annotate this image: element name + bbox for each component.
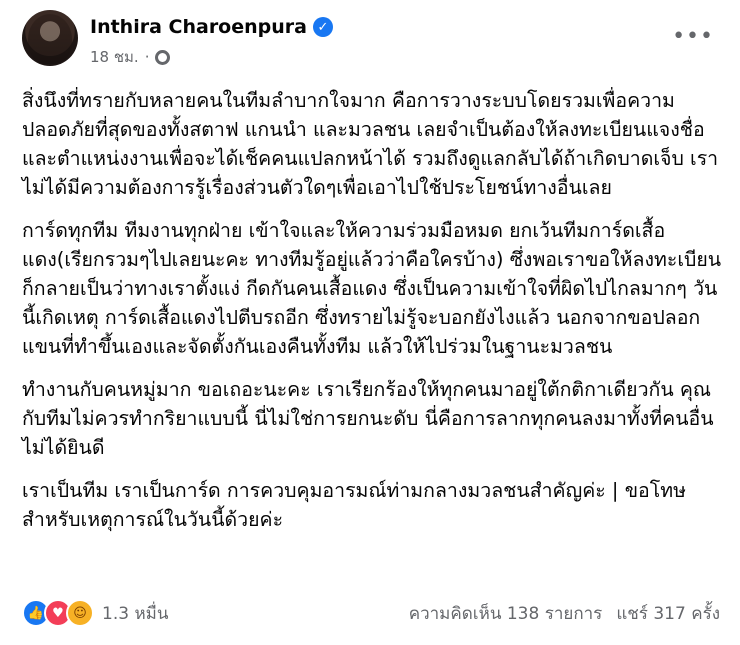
post-footer: 👍 ♥ ☺ 1.3 หมื่น ความคิดเห็น 138 รายการ แ… (22, 596, 720, 630)
post-body: สิ่งนึงที่ทรายกับหลายคนในทีมลำบากใจมาก ค… (22, 86, 722, 548)
reaction-summary[interactable]: 👍 ♥ ☺ (22, 599, 94, 627)
post-meta: 18 ชม. · (90, 45, 171, 69)
globe-icon[interactable] (155, 49, 171, 65)
post-card: Inthira Charoenpura ✓ 18 ชม. · ••• สิ่งน… (0, 0, 740, 645)
meta-separator: · (144, 48, 150, 66)
author-row: Inthira Charoenpura ✓ (90, 16, 333, 38)
more-options-icon[interactable]: ••• (672, 26, 714, 48)
post-paragraph-2: การ์ดทุกทีม ทีมงานทุกฝ่าย เข้าใจและให้คว… (22, 219, 722, 358)
care-icon: ☺ (66, 599, 94, 627)
post-time[interactable]: 18 ชม. (90, 45, 139, 69)
author-name[interactable]: Inthira Charoenpura (90, 16, 307, 38)
post-header: Inthira Charoenpura ✓ 18 ชม. · ••• (22, 10, 720, 70)
comments-count[interactable]: ความคิดเห็น 138 รายการ (409, 600, 603, 627)
shares-count[interactable]: แชร์ 317 ครั้ง (616, 600, 720, 627)
author-avatar[interactable] (22, 10, 78, 66)
engagement-stats: ความคิดเห็น 138 รายการ แชร์ 317 ครั้ง (409, 600, 720, 627)
post-paragraph-1: สิ่งนึงที่ทรายกับหลายคนในทีมลำบากใจมาก ค… (22, 89, 719, 199)
verified-badge-icon: ✓ (312, 17, 333, 37)
reaction-count[interactable]: 1.3 หมื่น (102, 600, 168, 627)
post-paragraph-4: เราเป็นทีม เราเป็นการ์ด การควบคุมอารมณ์ท… (22, 479, 686, 531)
post-paragraph-3: ทำงานกับคนหมู่มาก ขอเถอะนะคะ เราเรียกร้อ… (22, 378, 714, 459)
